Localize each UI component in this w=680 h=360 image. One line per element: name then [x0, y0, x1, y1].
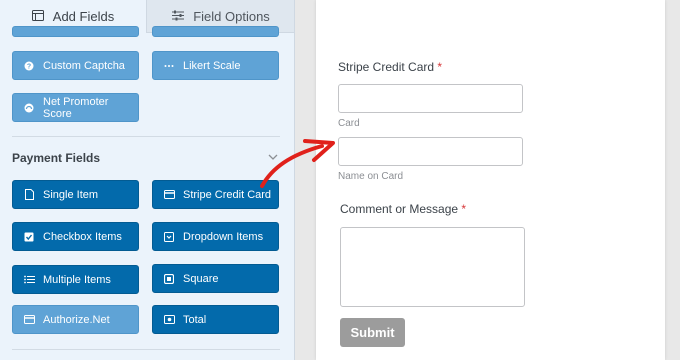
svg-text:?: ?: [27, 63, 31, 70]
card-number-input[interactable]: [338, 84, 523, 113]
field-button-custom-captcha[interactable]: ? Custom Captcha: [12, 51, 139, 80]
stripe-credit-card-label: Stripe Credit Card *: [338, 60, 442, 74]
chevron-down-icon[interactable]: [268, 152, 278, 162]
likert-icon: [163, 60, 175, 72]
field-button-stripe-credit-card[interactable]: Stripe Credit Card: [152, 180, 279, 209]
tab-field-options-label: Field Options: [193, 8, 270, 24]
field-button-partial[interactable]: [152, 26, 279, 37]
fields-panel: Add Fields Field Options ? Custom Captch…: [0, 0, 295, 360]
field-button-dropdown-items[interactable]: Dropdown Items: [152, 222, 279, 251]
file-icon: [23, 189, 35, 201]
comment-label: Comment or Message *: [340, 202, 466, 216]
field-button-net-promoter-score[interactable]: Net Promoter Score: [12, 93, 139, 122]
field-button-checkbox-items[interactable]: Checkbox Items: [12, 222, 139, 251]
comment-label-text: Comment or Message: [340, 202, 459, 216]
name-on-card-input[interactable]: [338, 137, 523, 166]
field-button-total[interactable]: Total: [152, 305, 279, 334]
required-mark: *: [437, 60, 443, 74]
credit-card-icon: [163, 189, 175, 201]
field-button-label: Single Item: [43, 188, 99, 201]
field-button-label: Total: [183, 313, 207, 326]
name-on-card-sublabel: Name on Card: [338, 171, 404, 182]
tab-add-fields-label: Add Fields: [52, 9, 115, 24]
section-divider: [12, 136, 280, 137]
checkbox-icon: [23, 231, 35, 243]
captcha-icon: ?: [23, 60, 35, 72]
gauge-icon: [23, 102, 35, 114]
dropdown-icon: [163, 231, 175, 243]
field-button-label: Multiple Items: [43, 273, 111, 286]
field-button-multiple-items[interactable]: Multiple Items: [12, 265, 139, 294]
field-button-square[interactable]: Square: [152, 264, 279, 293]
form-preview: Stripe Credit Card * Card Name on Card C…: [316, 0, 665, 360]
field-button-label: Likert Scale: [183, 59, 241, 72]
field-button-label: Checkbox Items: [43, 230, 122, 243]
list-icon: [31, 9, 44, 24]
card-sublabel: Card: [338, 118, 360, 129]
field-button-label: Stripe Credit Card: [183, 188, 272, 201]
required-mark: *: [461, 202, 467, 216]
square-icon: [163, 273, 175, 285]
sliders-icon: [172, 9, 185, 24]
section-divider: [12, 349, 280, 350]
field-button-label: Dropdown Items: [183, 230, 264, 243]
field-button-partial[interactable]: [12, 26, 139, 37]
field-button-single-item[interactable]: Single Item: [12, 180, 139, 209]
field-button-authorize-net[interactable]: Authorize.Net: [12, 305, 139, 334]
money-icon: [163, 314, 175, 326]
field-button-label: Authorize.Net: [43, 313, 110, 326]
field-button-label: Net Promoter Score: [43, 95, 109, 120]
field-button-label: Custom Captcha: [43, 59, 125, 72]
credit-card-icon: [23, 314, 35, 326]
field-button-likert-scale[interactable]: Likert Scale: [152, 51, 279, 80]
field-button-label: Square: [183, 272, 219, 285]
list-icon: [23, 274, 35, 286]
comment-textarea[interactable]: [340, 227, 525, 307]
stripe-credit-card-label-text: Stripe Credit Card: [338, 60, 435, 74]
submit-button[interactable]: Submit: [340, 318, 405, 347]
payment-fields-title: Payment Fields: [12, 151, 101, 165]
